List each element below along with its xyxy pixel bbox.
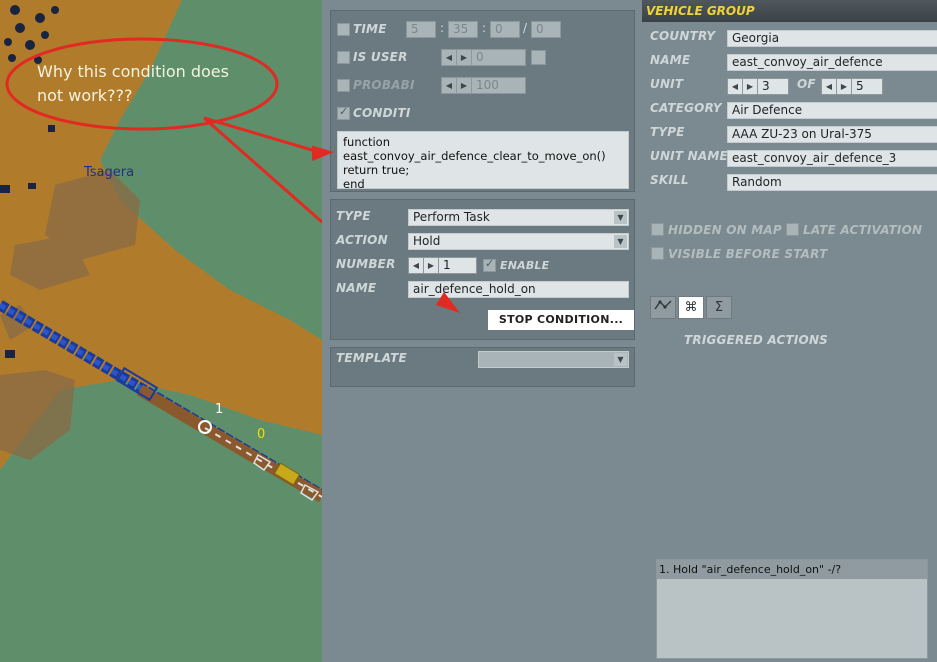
actions-list[interactable]: 1. Hold "air_defence_hold_on" -/? [656,559,928,659]
of-label: OF [797,77,816,91]
stepper-right-icon[interactable]: ▶ [457,50,472,65]
skill-label: SKILL [650,173,689,187]
unit-label: UNIT [650,77,684,91]
vehicle-group-panel: VEHICLE GROUP COUNTRY Georgia NAME east_… [642,0,937,662]
probability-label: PROBABI [353,78,415,92]
category-label: CATEGORY [650,101,722,115]
visible-before-start-checkbox[interactable] [651,247,664,260]
stepper-left-icon[interactable]: ◀ [442,78,457,93]
country-label: COUNTRY [650,29,716,43]
is-user-stepper[interactable]: ◀ ▶ 0 [441,49,526,66]
is-user-label: IS USER [353,50,408,64]
map-view[interactable]: Why this condition does not work??? Tsag… [0,0,322,662]
group-name-field[interactable]: east_convoy_air_defence [727,54,937,71]
annotation-line-1: Why this condition does [37,62,229,81]
list-item[interactable]: 1. Hold "air_defence_hold_on" -/? [657,560,927,579]
annotation-text: Why this condition does not work??? [37,60,229,108]
late-activation-label: LATE ACTIVATION [803,223,923,237]
summary-icon: Σ [714,300,724,315]
panel-header: VEHICLE GROUP [642,0,937,22]
time-hours-field[interactable]: 5 [406,21,436,38]
time-separator-1: : [440,21,445,35]
type-label: TYPE [650,125,685,139]
visible-before-start-label: VISIBLE BEFORE START [668,247,828,261]
is-user-value: 0 [476,50,484,64]
triggered-actions-tab[interactable]: ⌘ [678,296,704,319]
template-box: TEMPLATE ▼ [330,347,635,387]
panel-title: VEHICLE GROUP [646,4,755,18]
late-activation-checkbox[interactable] [786,223,799,236]
triggered-actions-title: TRIGGERED ACTIONS [684,333,829,347]
template-dropdown[interactable]: ▼ [478,351,629,368]
triggered-actions-icon: ⌘ [684,300,698,315]
route-icon [654,300,672,310]
time-seconds-field[interactable]: 0 [490,21,520,38]
template-label: TEMPLATE [336,351,407,365]
map-place-label: Tsagera [84,165,135,180]
hidden-on-map-checkbox[interactable] [651,223,664,236]
summary-tab[interactable]: Σ [706,296,732,319]
waypoint-0-label: 0 [257,427,266,442]
unit-name-label: UNIT NAME [650,149,728,163]
stepper-left-icon[interactable]: ◀ [442,50,457,65]
unit-total-stepper[interactable]: ◀ ▶ 5 [821,78,883,95]
time-day-field[interactable]: 0 [531,21,561,38]
triggered-actions-area: TRIGGERED ACTIONS 1. Hold "air_defence_h… [650,320,937,662]
stepper-left-icon[interactable]: ◀ [822,79,837,94]
chevron-down-icon[interactable]: ▼ [614,211,627,224]
time-checkbox[interactable] [337,23,350,36]
enable-label: ENABLE [500,259,550,272]
probability-checkbox[interactable] [337,79,350,92]
is-user-extra-checkbox[interactable] [531,50,546,65]
chevron-down-icon[interactable]: ▼ [614,353,627,366]
route-tab[interactable] [650,296,676,319]
country-value: Georgia [732,31,780,45]
time-separator-3: / [523,21,528,35]
type-dropdown[interactable]: AAA ZU-23 on Ural-375 [727,126,937,143]
annotation-line-2: not work??? [37,86,133,105]
skill-value: Random [732,175,782,189]
trigger-editor-panel: TIME 5 : 35 : 0 / 0 IS USER ◀ ▶ 0 PROBABI … [312,0,642,662]
probability-stepper[interactable]: ◀ ▶ 100 [441,77,526,94]
stepper-left-icon[interactable]: ◀ [728,79,743,94]
stepper-right-icon[interactable]: ▶ [457,78,472,93]
time-minutes-field[interactable]: 35 [448,21,478,38]
skill-dropdown[interactable]: Random [727,174,937,191]
unit-name-field[interactable]: east_convoy_air_defence_3 [727,150,937,167]
time-separator-2: : [482,21,487,35]
unit-total-value: 5 [856,79,864,93]
name-label: NAME [650,53,691,67]
hidden-on-map-label: HIDDEN ON MAP [668,223,782,237]
country-dropdown[interactable]: Georgia [727,30,937,47]
is-user-checkbox[interactable] [337,51,350,64]
time-label: TIME [353,22,387,36]
chevron-down-icon[interactable]: ▼ [614,235,627,248]
stepper-right-icon[interactable]: ▶ [743,79,758,94]
unit-value: 3 [762,79,770,93]
stepper-right-icon[interactable]: ▶ [837,79,852,94]
annotation-arrows [312,145,460,313]
category-dropdown[interactable]: Air Defence [727,102,937,119]
type-value: AAA ZU-23 on Ural-375 [732,127,872,141]
probability-value: 100 [476,78,499,92]
stop-condition-button[interactable]: STOP CONDITION... [488,310,634,330]
unit-stepper[interactable]: ◀ ▶ 3 [727,78,789,95]
waypoint-1-label: 1 [215,402,224,417]
category-value: Air Defence [732,103,803,117]
